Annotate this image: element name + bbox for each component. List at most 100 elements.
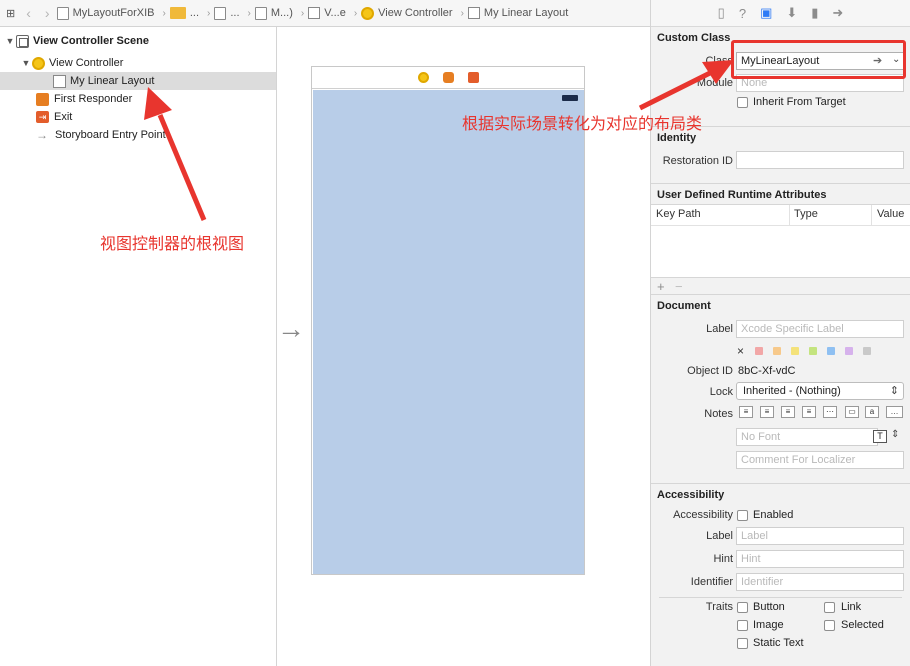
- outline-label: Exit: [54, 111, 73, 123]
- column-header-keypath[interactable]: Key Path: [656, 208, 701, 220]
- disclosure-triangle-icon[interactable]: ▼: [4, 36, 16, 46]
- breadcrumb-scene[interactable]: V...e: [308, 7, 346, 19]
- divider: [651, 183, 910, 184]
- grid-icon[interactable]: ⊞: [6, 7, 15, 20]
- outline-item-view-controller[interactable]: ▼ View Controller: [0, 54, 276, 72]
- root-view[interactable]: [313, 90, 584, 574]
- remove-attribute-button[interactable]: −: [675, 279, 683, 294]
- doc-label-field[interactable]: Xcode Specific Label: [736, 320, 904, 338]
- trait-static-text-checkbox[interactable]: [737, 638, 748, 649]
- trait-image-checkbox[interactable]: [737, 620, 748, 631]
- identity-inspector: ▯ ? ▣ ⬇ ▮ ➜ Custom Class Class MyLinearL…: [650, 0, 910, 666]
- font-image-icon[interactable]: a: [865, 406, 879, 418]
- view-icon: [467, 7, 480, 19]
- chevron-right-icon: ›: [300, 7, 305, 19]
- outline-label: My Linear Layout: [70, 75, 155, 87]
- column-divider: [789, 205, 790, 225]
- battery-icon: [562, 95, 578, 101]
- outline-item-scene[interactable]: ▼ View Controller Scene: [0, 32, 276, 50]
- chevron-right-icon: ›: [162, 7, 166, 19]
- file-inspector-icon[interactable]: ▯: [718, 5, 725, 21]
- help-icon[interactable]: ?: [739, 6, 746, 21]
- section-header: Document: [657, 300, 711, 312]
- size-inspector-icon[interactable]: ▮: [811, 5, 818, 21]
- object-id-value: 8bC-Xf-vdC: [738, 365, 796, 377]
- breadcrumb-view[interactable]: My Linear Layout: [467, 7, 569, 19]
- section-header: Custom Class: [657, 32, 731, 44]
- outline-label: Storyboard Entry Point: [55, 129, 166, 141]
- trait-selected-label: Selected: [841, 619, 884, 631]
- identifier-field[interactable]: Identifier: [736, 573, 904, 591]
- trait-selected-checkbox[interactable]: [824, 620, 835, 631]
- trait-button-checkbox[interactable]: [737, 602, 748, 613]
- trait-link-checkbox[interactable]: [824, 602, 835, 613]
- breadcrumb-project[interactable]: MyLayoutForXIB: [56, 6, 154, 20]
- entry-arrow-icon[interactable]: →: [277, 315, 305, 343]
- class-label: Class: [705, 55, 733, 67]
- align-center-icon[interactable]: ≡: [760, 406, 774, 418]
- breadcrumb-storyboard[interactable]: M...): [254, 6, 293, 20]
- identity-inspector-icon[interactable]: ▣: [760, 5, 772, 21]
- forward-arrow-icon[interactable]: ›: [45, 5, 50, 21]
- outline-item-first-responder[interactable]: First Responder: [0, 90, 276, 108]
- breadcrumb-folder[interactable]: ...: [169, 7, 199, 19]
- attributes-inspector-icon[interactable]: ⬇: [786, 5, 797, 21]
- file-icon: [214, 6, 227, 20]
- font-picker-icon[interactable]: T: [873, 430, 887, 443]
- traits-label: Traits: [705, 601, 733, 613]
- clear-color-button[interactable]: ×: [737, 344, 744, 358]
- color-swatch-gray[interactable]: [863, 347, 871, 355]
- font-field[interactable]: No Font: [736, 428, 878, 446]
- stepper-icon[interactable]: ⇕: [891, 429, 899, 440]
- align-left-icon[interactable]: ≡: [739, 406, 753, 418]
- align-right-icon[interactable]: ≡: [781, 406, 795, 418]
- accessibility-enabled-checkbox[interactable]: [737, 510, 748, 521]
- notes-label: Notes: [704, 408, 733, 420]
- annotation-class-note: 根据实际场景转化为对应的布局类: [462, 116, 703, 133]
- highlight-box: [731, 40, 906, 79]
- breadcrumb-file[interactable]: ...: [214, 6, 240, 20]
- color-swatch-green[interactable]: [809, 347, 817, 355]
- color-swatch-blue[interactable]: [827, 347, 835, 355]
- arrow-right-icon: →: [36, 128, 48, 142]
- inherit-label: Inherit From Target: [753, 96, 846, 108]
- column-header-value[interactable]: Value: [877, 208, 904, 220]
- object-id-label: Object ID: [687, 365, 733, 377]
- back-arrow-icon[interactable]: ‹: [26, 5, 31, 21]
- restoration-id-field[interactable]: [736, 151, 904, 169]
- chevron-right-icon: ›: [353, 7, 358, 19]
- scene-frame[interactable]: [311, 66, 585, 575]
- outline-item-entry-point[interactable]: → Storyboard Entry Point: [0, 126, 276, 144]
- color-swatch-purple[interactable]: [845, 347, 853, 355]
- connections-inspector-icon[interactable]: ➜: [832, 5, 843, 21]
- column-header-type[interactable]: Type: [794, 208, 818, 220]
- hint-field[interactable]: Hint: [736, 550, 904, 568]
- color-swatch-yellow[interactable]: [791, 347, 799, 355]
- color-swatch-orange[interactable]: [773, 347, 781, 355]
- breadcrumb-controller[interactable]: View Controller: [361, 6, 453, 20]
- comment-field[interactable]: Comment For Localizer: [736, 451, 904, 469]
- inherit-checkbox[interactable]: [737, 97, 748, 108]
- breadcrumb-label: My Linear Layout: [483, 7, 569, 19]
- color-well-icon[interactable]: ▭: [845, 406, 859, 418]
- view-controller-icon[interactable]: [417, 72, 429, 83]
- outline-item-root-view[interactable]: My Linear Layout: [0, 72, 276, 90]
- color-swatch-red[interactable]: [755, 347, 763, 355]
- more-options-icon[interactable]: …: [886, 406, 903, 418]
- outline-item-exit[interactable]: ⇥ Exit: [0, 108, 276, 126]
- lock-popup[interactable]: Inherited - (Nothing) ⇕: [736, 382, 904, 400]
- breadcrumb-label: V...e: [324, 7, 346, 19]
- a11y-label-field[interactable]: Label: [736, 527, 904, 545]
- doc-label-placeholder: Xcode Specific Label: [741, 323, 844, 335]
- identifier-placeholder: Identifier: [741, 576, 784, 588]
- disclosure-triangle-icon[interactable]: ▼: [20, 58, 32, 68]
- exit-icon[interactable]: [467, 72, 479, 83]
- first-responder-icon: [36, 92, 49, 106]
- first-responder-icon[interactable]: [442, 72, 454, 83]
- scene-dock: [312, 67, 584, 89]
- add-attribute-button[interactable]: +: [657, 279, 665, 294]
- outline-label: View Controller Scene: [33, 35, 149, 47]
- align-justify-icon[interactable]: ≡: [802, 406, 816, 418]
- trait-static-text-label: Static Text: [753, 637, 804, 649]
- align-natural-icon[interactable]: ⋯: [823, 406, 837, 418]
